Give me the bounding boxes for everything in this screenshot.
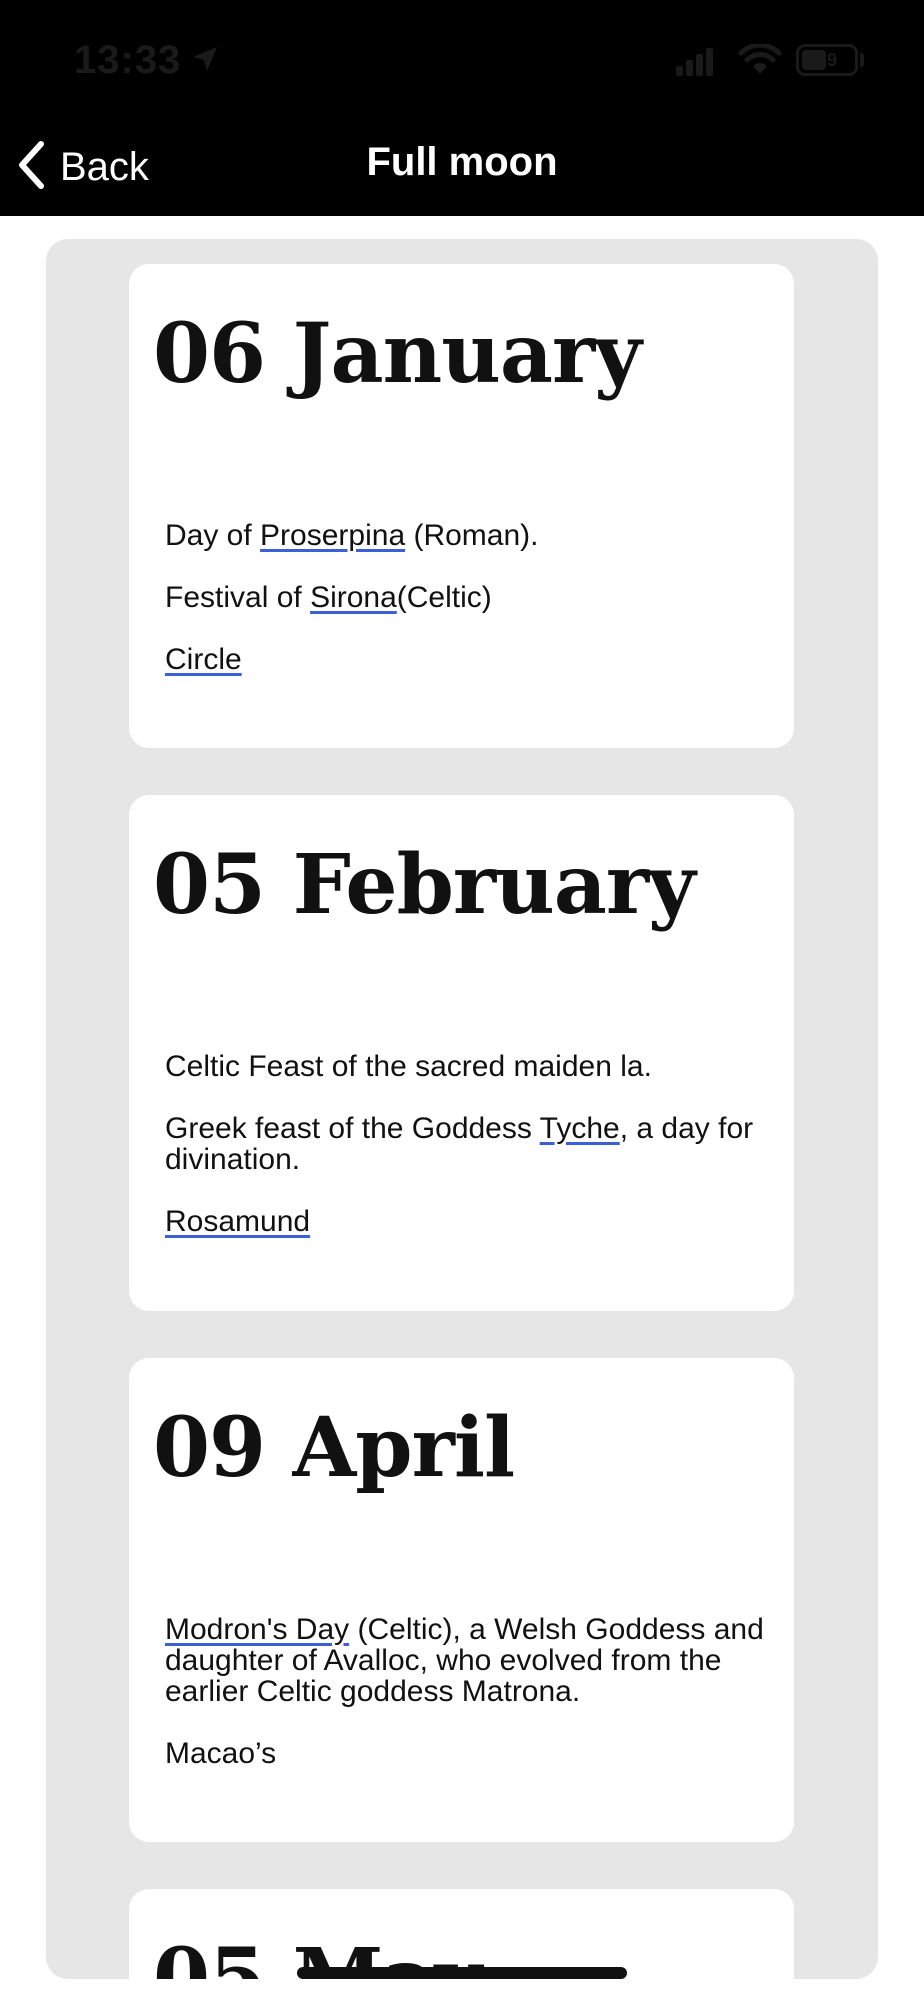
- location-arrow-icon: [190, 44, 220, 79]
- card-date-heading: 06 January: [153, 306, 642, 402]
- cellular-signal-icon: [676, 48, 716, 81]
- wifi-icon: [738, 42, 782, 81]
- card-line: Festival of Sirona(Celtic): [165, 581, 492, 614]
- link-tyche[interactable]: Tyche: [540, 1112, 620, 1145]
- link-modrons-day[interactable]: Modron's Day: [165, 1613, 349, 1646]
- status-bar: 13:33 29: [0, 0, 924, 118]
- link-rosamund[interactable]: Rosamund: [165, 1205, 310, 1238]
- date-card: 05 May: [129, 1889, 794, 1979]
- date-card: 05 February Celtic Feast of the sacred m…: [129, 795, 794, 1311]
- card-line: Greek feast of the Goddess Tyche, a day …: [165, 1112, 754, 1176]
- status-time: 13:33: [74, 38, 182, 82]
- link-circle[interactable]: Circle: [165, 643, 242, 676]
- battery-icon: 29: [796, 44, 858, 76]
- card-line: Day of Proserpina (Roman).: [165, 519, 539, 552]
- card-line: Celtic Feast of the sacred maiden la.: [165, 1050, 652, 1083]
- card-line: Modron's Day (Celtic), a Welsh Goddess a…: [165, 1613, 764, 1708]
- battery-nub: [860, 53, 864, 67]
- card-line: Rosamund: [165, 1206, 764, 1237]
- battery-level: 29: [816, 50, 838, 70]
- card-line: Circle: [165, 644, 764, 675]
- link-sirona[interactable]: Sirona: [310, 581, 397, 614]
- content-scroll-panel[interactable]: 06 January Day of Proserpina (Roman). Fe…: [46, 239, 878, 1979]
- card-date-heading: 05 February: [153, 837, 696, 933]
- navigation-bar: Back Full moon: [0, 118, 924, 216]
- home-indicator[interactable]: [297, 1967, 627, 1979]
- card-date-heading: 09 April: [153, 1400, 515, 1496]
- card-body: Modron's Day (Celtic), a Welsh Goddess a…: [165, 1614, 764, 1800]
- card-line: Macao’s: [165, 1737, 277, 1770]
- card-body: Celtic Feast of the sacred maiden la. Gr…: [165, 1051, 764, 1268]
- date-card: 09 April Modron's Day (Celtic), a Welsh …: [129, 1358, 794, 1842]
- date-card: 06 January Day of Proserpina (Roman). Fe…: [129, 264, 794, 748]
- link-proserpina[interactable]: Proserpina: [260, 519, 405, 552]
- page-title: Full moon: [366, 140, 558, 184]
- card-body: Day of Proserpina (Roman). Festival of S…: [165, 520, 764, 706]
